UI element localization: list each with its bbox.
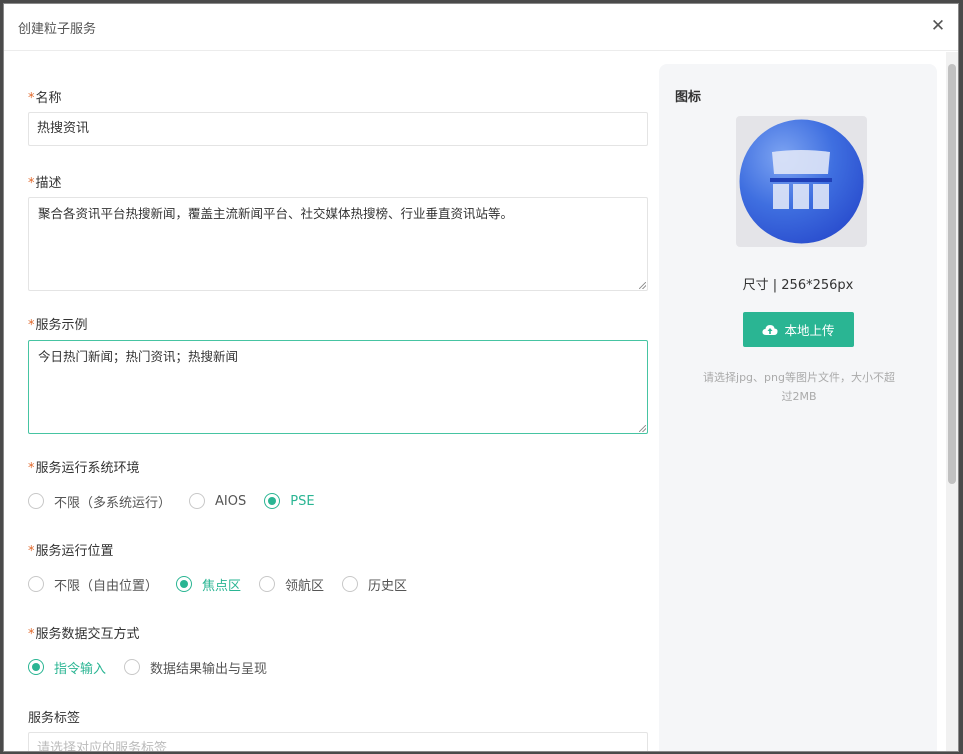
service-logo-icon xyxy=(739,119,864,244)
description-textarea[interactable]: 聚合各资讯平台热搜新闻，覆盖主流新闻平台、社交媒体热搜榜、行业垂直资讯站等。 xyxy=(28,197,648,291)
radio-icon xyxy=(189,493,206,509)
required-star: * xyxy=(28,461,35,476)
resize-handle-icon[interactable] xyxy=(639,282,646,289)
interaction-option-output[interactable]: 数据结果输出与呈现 xyxy=(124,658,267,677)
dialog-header: 创建粒子服务 ✕ xyxy=(4,4,958,51)
required-star: * xyxy=(28,544,35,559)
position-option-history[interactable]: 历史区 xyxy=(342,575,407,594)
radio-icon xyxy=(259,576,276,592)
upload-hint: 请选择jpg、png等图片文件，大小不超过2MB xyxy=(703,371,895,403)
resize-handle-icon[interactable] xyxy=(639,425,646,432)
name-label: *名称 xyxy=(28,91,62,106)
icon-panel-title: 图标 xyxy=(675,90,702,105)
interaction-option-command[interactable]: 指令输入 xyxy=(28,658,106,677)
icon-size-text: 尺寸 | 256*256px xyxy=(742,278,854,293)
interaction-label: *服务数据交互方式 xyxy=(28,627,140,642)
cloud-upload-icon xyxy=(762,324,779,335)
radio-icon xyxy=(264,493,281,509)
position-option-focus[interactable]: 焦点区 xyxy=(176,575,241,594)
scrollbar-thumb[interactable] xyxy=(948,64,956,484)
service-icon-preview xyxy=(736,116,867,247)
example-label: *服务示例 xyxy=(28,318,88,333)
description-label: *描述 xyxy=(28,176,62,191)
scrollbar[interactable] xyxy=(946,52,958,751)
name-input[interactable]: 热搜资讯 xyxy=(28,112,648,146)
env-label: *服务运行系统环境 xyxy=(28,461,140,476)
icon-panel: 图标 尺寸 | 256*256px 本地上传 请选择jpg、png等图片文件，大… xyxy=(659,64,937,751)
required-star: * xyxy=(28,318,35,333)
create-service-dialog: 创建粒子服务 ✕ *名称 热搜资讯 *描述 聚合各资讯平台热搜新闻，覆盖主流新闻… xyxy=(3,3,959,752)
required-star: * xyxy=(28,91,35,106)
close-icon[interactable]: ✕ xyxy=(926,14,950,38)
env-option-pse[interactable]: PSE xyxy=(264,493,315,509)
radio-icon xyxy=(342,576,359,592)
local-upload-button[interactable]: 本地上传 xyxy=(743,312,854,347)
position-option-nav[interactable]: 领航区 xyxy=(259,575,324,594)
position-option-any[interactable]: 不限（自由位置） xyxy=(28,575,158,594)
tags-select[interactable]: 请选择对应的服务标签 xyxy=(28,732,648,751)
tags-label: 服务标签 xyxy=(28,711,81,726)
radio-icon xyxy=(176,576,193,592)
env-radio-group: 不限（多系统运行） AIOS PSE xyxy=(28,490,333,512)
env-option-any[interactable]: 不限（多系统运行） xyxy=(28,492,171,511)
required-star: * xyxy=(28,176,35,191)
radio-icon xyxy=(28,493,44,509)
example-textarea[interactable]: 今日热门新闻；热门资讯；热搜新闻 xyxy=(28,340,648,434)
interaction-radio-group: 指令输入 数据结果输出与呈现 xyxy=(28,656,285,678)
dialog-title: 创建粒子服务 xyxy=(18,22,97,37)
required-star: * xyxy=(28,627,35,642)
env-option-aios[interactable]: AIOS xyxy=(189,493,246,509)
position-radio-group: 不限（自由位置） 焦点区 领航区 历史区 xyxy=(28,573,425,595)
radio-icon xyxy=(28,576,44,592)
radio-icon xyxy=(124,659,141,675)
radio-icon xyxy=(28,659,44,675)
position-label: *服务运行位置 xyxy=(28,544,114,559)
